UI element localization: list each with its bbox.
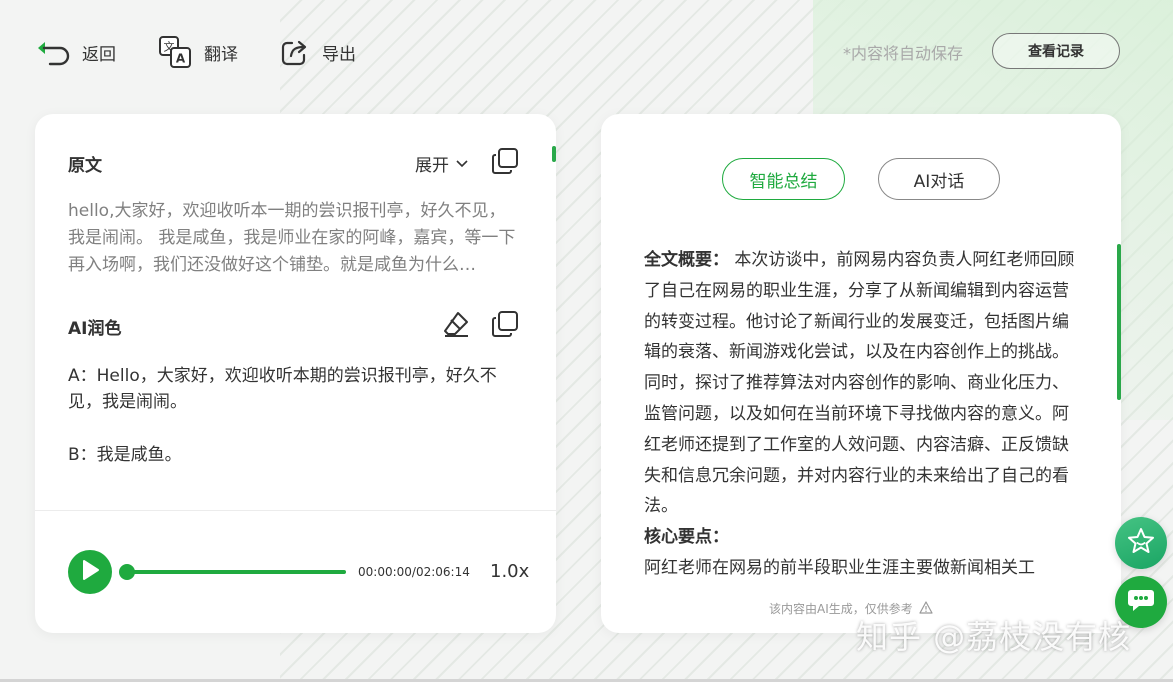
key-points-label: 核心要点： [644, 527, 729, 548]
star-icon [1126, 526, 1156, 560]
top-toolbar: 返回 文 A 翻译 导出 [34, 30, 398, 74]
polish-line-a: A：Hello，大家好，欢迎收听本期的尝识报刊亭，好久不见，我是闹闹。 [68, 366, 497, 412]
chevron-down-icon [449, 154, 469, 174]
translate-icon: 文 A [158, 35, 192, 69]
export-icon [280, 37, 310, 67]
copy-original-button[interactable] [491, 147, 519, 179]
export-button[interactable]: 导出 [280, 37, 356, 67]
autosave-notice: *内容将自动保存 [843, 44, 964, 63]
tab-smart-summary[interactable]: 智能总结 [722, 158, 845, 200]
eraser-icon [442, 312, 470, 342]
export-label: 导出 [322, 44, 356, 65]
progress-knob[interactable] [119, 564, 135, 580]
edit-polish-button[interactable] [442, 310, 470, 342]
play-button[interactable] [68, 550, 112, 594]
chat-bubble-icon [1127, 587, 1155, 617]
svg-text:A: A [176, 52, 186, 66]
back-label: 返回 [82, 44, 116, 65]
back-button[interactable]: 返回 [34, 38, 116, 66]
ai-polish-title: AI润色 [68, 319, 122, 339]
original-text: hello,大家好，欢迎收听本一期的尝识报刊亭，好久不见，我是闹闹。 我是咸鱼，… [68, 201, 516, 275]
key-points-text: 阿红老师在网易的前半段职业生涯主要做新闻相关工 [644, 557, 1035, 578]
playback-time: 00:00:00/02:06:14 [358, 565, 470, 579]
left-scrollbar[interactable] [552, 146, 556, 162]
watermark: 知乎 @荔枝没有核 [856, 618, 1132, 656]
favorite-button[interactable] [1115, 517, 1167, 569]
original-title: 原文 [68, 156, 102, 176]
overview-text: 本次访谈中，前网易内容负责人阿红老师回顾了自己在网易的职业生涯，分享了从新闻编辑… [644, 250, 1075, 517]
copy-polish-button[interactable] [491, 310, 519, 342]
expand-button[interactable]: 展开 [415, 151, 469, 176]
copy-icon [491, 311, 519, 342]
expand-label: 展开 [415, 156, 449, 176]
play-icon [80, 559, 100, 585]
overview-label: 全文概要： [644, 250, 729, 270]
translate-label: 翻译 [204, 44, 238, 65]
summary-content: 全文概要： 本次访谈中，前网易内容负责人阿红老师回顾了自己在网易的职业生涯，分享… [644, 245, 1076, 584]
playback-speed-button[interactable]: 1.0x [490, 561, 529, 582]
polish-line-b: B：我是咸鱼。 [68, 445, 182, 465]
view-records-button[interactable]: 查看记录 [992, 33, 1120, 69]
transcript-panel: 原文 展开 hello,大家好，欢迎收听本一期的尝识报刊亭，好久不见，我是闹闹。… [35, 114, 556, 633]
translate-button[interactable]: 文 A 翻译 [158, 35, 238, 69]
right-scrollbar[interactable] [1117, 244, 1121, 400]
player-divider [35, 510, 556, 511]
ai-panel: 智能总结 AI对话 全文概要： 本次访谈中，前网易内容负责人阿红老师回顾了自己在… [601, 114, 1121, 633]
tab-ai-chat[interactable]: AI对话 [878, 158, 1000, 200]
copy-icon [491, 148, 519, 179]
progress-track[interactable] [127, 570, 346, 574]
back-arrow-icon [34, 38, 70, 66]
